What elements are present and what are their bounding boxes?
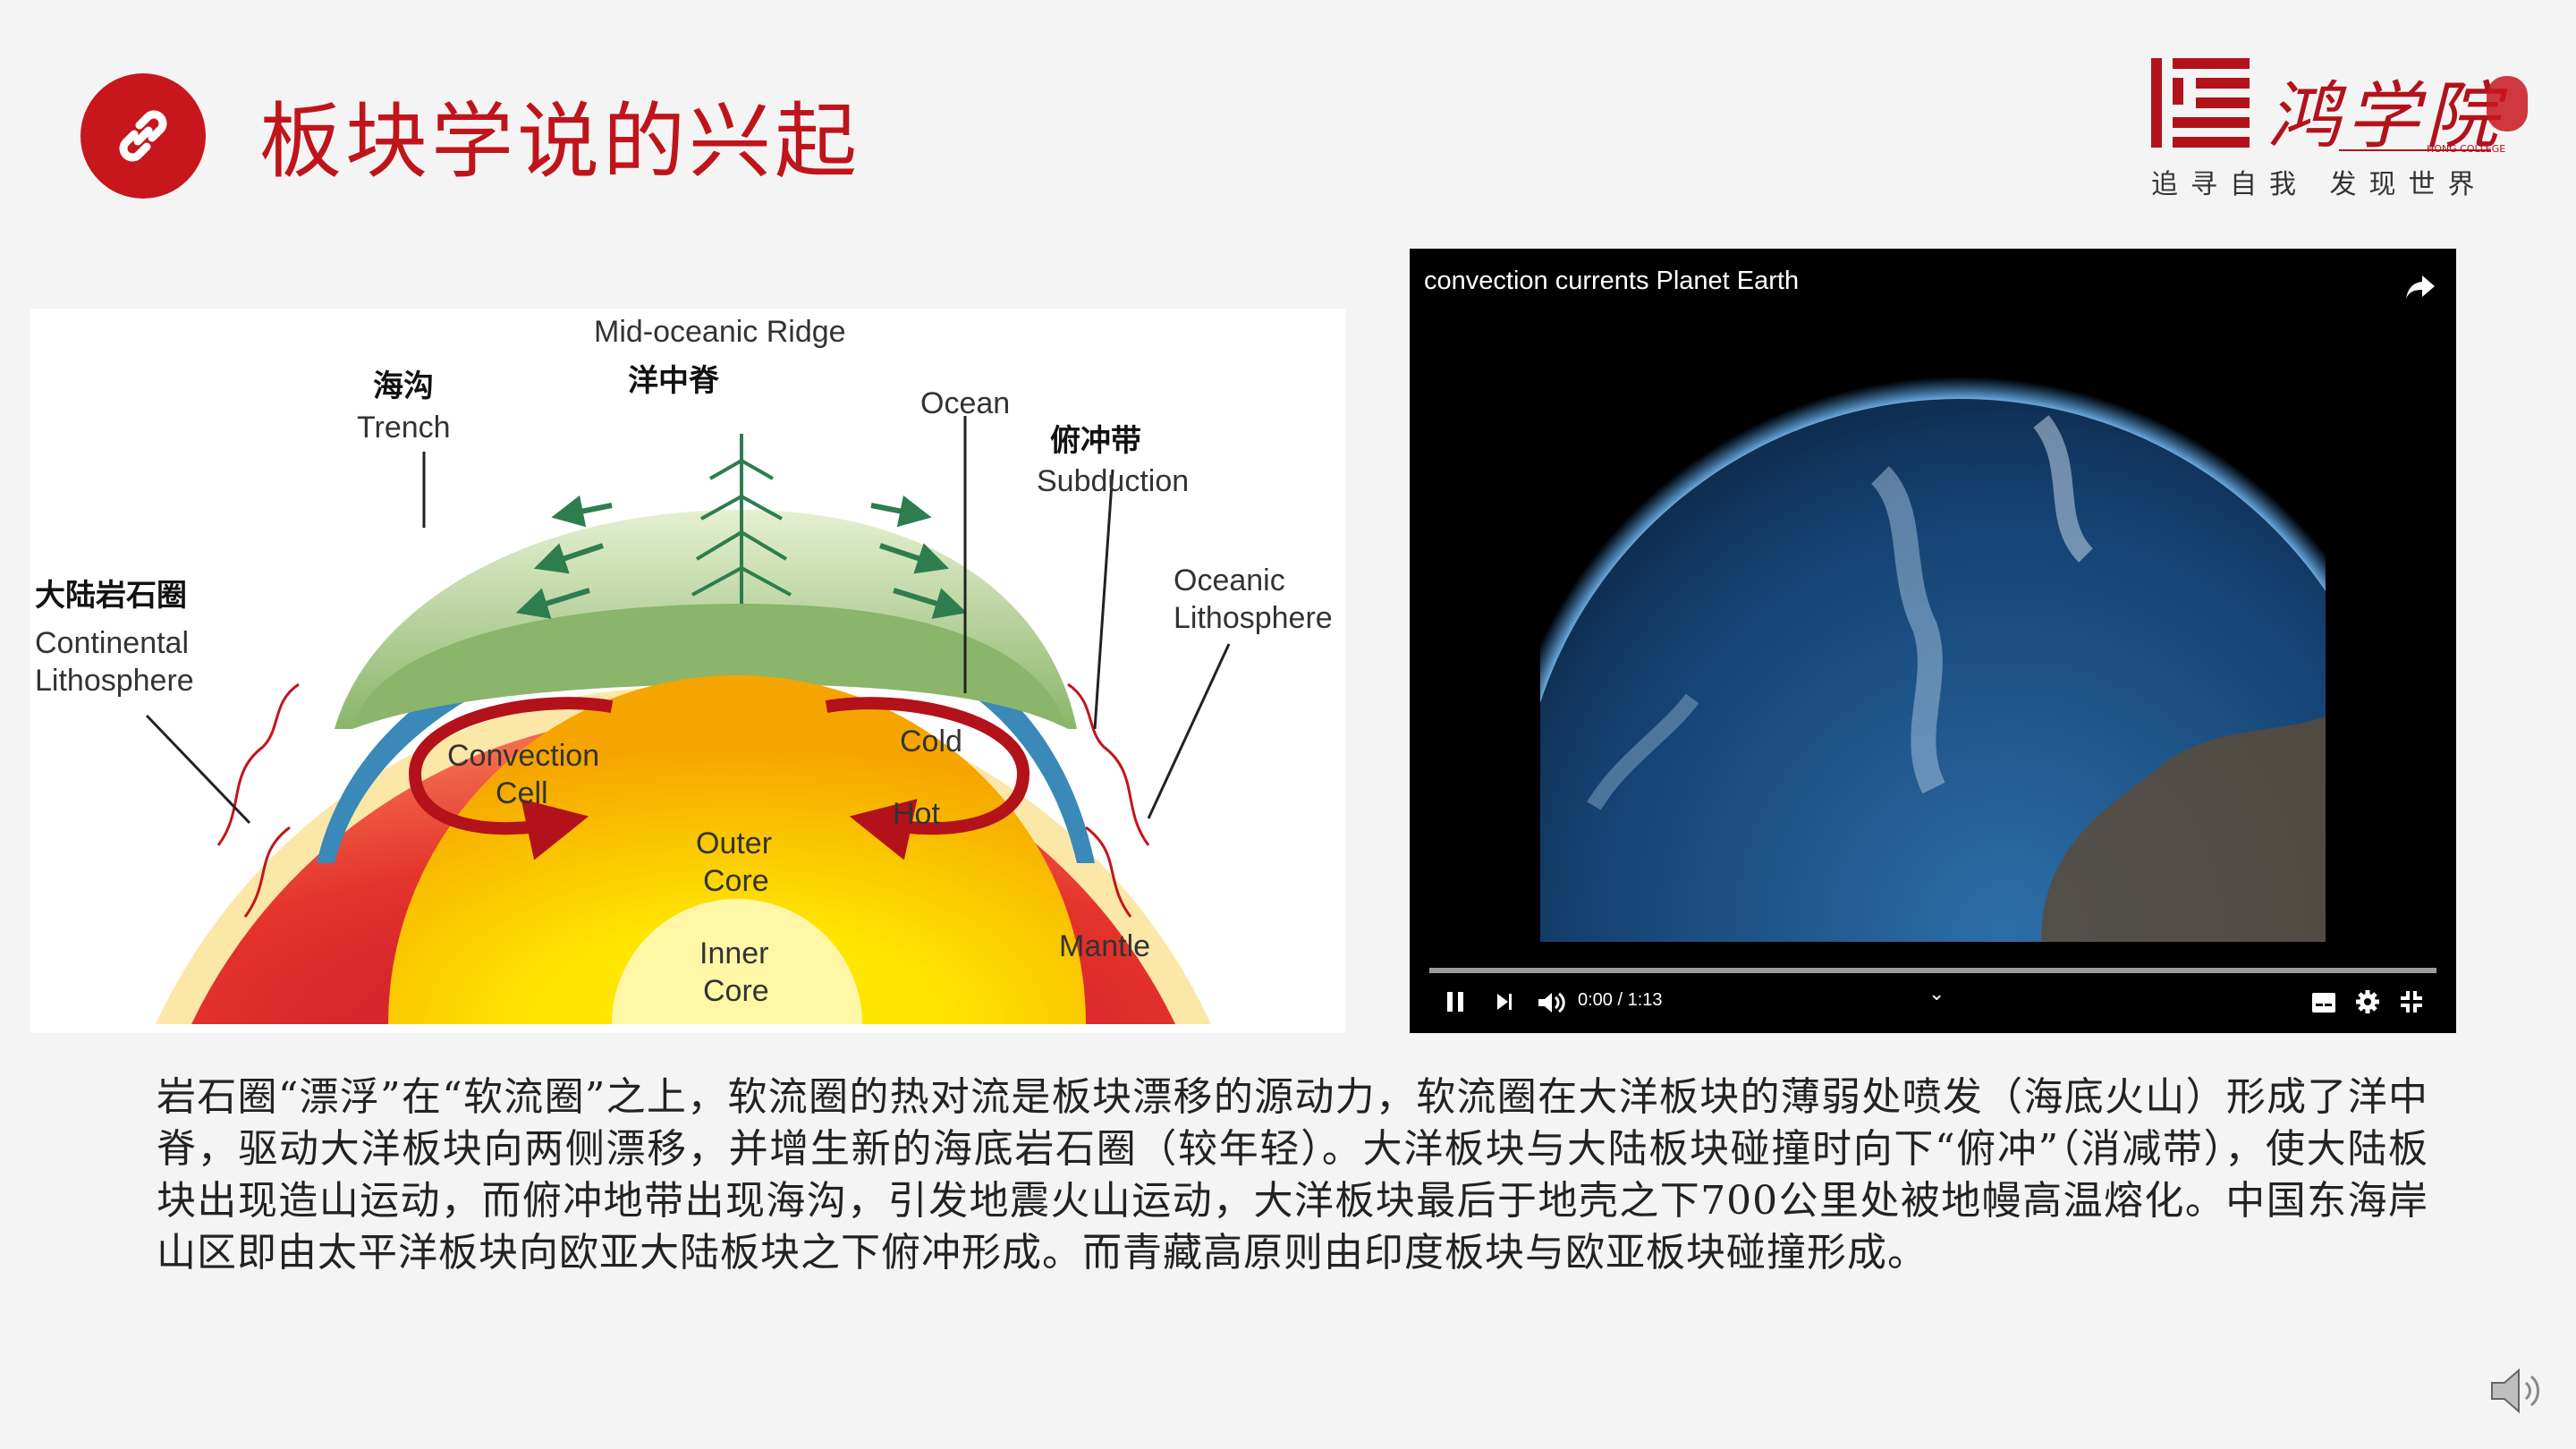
label-continental-2: Lithosphere	[35, 664, 194, 698]
next-icon[interactable]	[1496, 992, 1513, 1012]
settings-icon[interactable]	[2355, 989, 2380, 1014]
slide: 板块学说的兴起 鸿学院 HONG COLLEGE 追寻自我 发现世界 Mid-o…	[0, 0, 2576, 1449]
body-paragraph: 岩石圈“漂浮”在“软流圈”之上，软流圈的热对流是板块漂移的源动力，软流圈在大洋板…	[157, 1074, 2428, 1275]
video-controls: 0:00 / 1:13 ⌄	[1410, 978, 2456, 1033]
label-subduction-cn: 俯冲带	[1050, 423, 1141, 459]
video-player[interactable]: convection currents Planet Earth 0:00 / …	[1410, 249, 2456, 1033]
label-hot: Hot	[893, 797, 940, 831]
label-trench-en: Trench	[357, 411, 451, 445]
label-convection-2: Cell	[496, 776, 548, 810]
video-progress-bar[interactable]	[1429, 968, 2436, 973]
link-icon	[80, 73, 206, 199]
earth-video-frame[interactable]	[1540, 341, 2326, 942]
volume-icon[interactable]	[1537, 990, 1567, 1015]
label-subduction-en: Subduction	[1037, 464, 1190, 498]
chevron-down-icon[interactable]: ⌄	[1928, 983, 1945, 1005]
subtitles-icon[interactable]	[2311, 992, 2336, 1013]
logo-english: HONG COLLEGE	[2427, 143, 2506, 155]
video-title[interactable]: convection currents Planet Earth	[1424, 267, 1799, 296]
label-cold: Cold	[900, 724, 962, 758]
label-oceanic-litho-2: Lithosphere	[1174, 601, 1333, 635]
label-ocean: Ocean	[920, 386, 1011, 420]
video-time: 0:00 / 1:13	[1578, 990, 1663, 1010]
label-mid-ridge-cn: 洋中脊	[628, 363, 719, 399]
label-trench-cn: 海沟	[373, 369, 434, 404]
label-oceanic-litho-1: Oceanic	[1174, 564, 1285, 597]
label-inner-core-2: Core	[703, 974, 769, 1008]
plate-tectonics-diagram: Mid-oceanic Ridge 洋中脊 海沟 Trench Ocean 俯冲…	[30, 309, 1345, 1033]
label-outer-core-2: Core	[703, 864, 769, 898]
label-mid-ridge-en: Mid-oceanic Ridge	[594, 315, 846, 349]
label-mantle: Mantle	[1059, 929, 1151, 963]
earth-cross-section-illustration	[145, 416, 1231, 1024]
exit-fullscreen-icon[interactable]	[2399, 989, 2424, 1014]
page-title: 板块学说的兴起	[259, 94, 861, 190]
logo-mark-icon	[2151, 58, 2250, 148]
label-outer-core-1: Outer	[696, 826, 773, 860]
label-convection-1: Convection	[447, 739, 600, 773]
label-inner-core-1: Inner	[699, 936, 769, 970]
play-icon[interactable]	[1445, 988, 1465, 1015]
speaker-icon[interactable]	[2487, 1361, 2546, 1420]
label-continental-1: Continental	[35, 626, 190, 660]
logo-slogan: 追寻自我 发现世界	[2151, 169, 2487, 200]
label-continental-cn: 大陆岩石圈	[35, 578, 187, 614]
college-logo: 鸿学院 HONG COLLEGE 追寻自我 发现世界	[2151, 49, 2528, 201]
share-icon[interactable]	[2404, 274, 2436, 301]
logo-seal-icon	[2487, 76, 2528, 131]
